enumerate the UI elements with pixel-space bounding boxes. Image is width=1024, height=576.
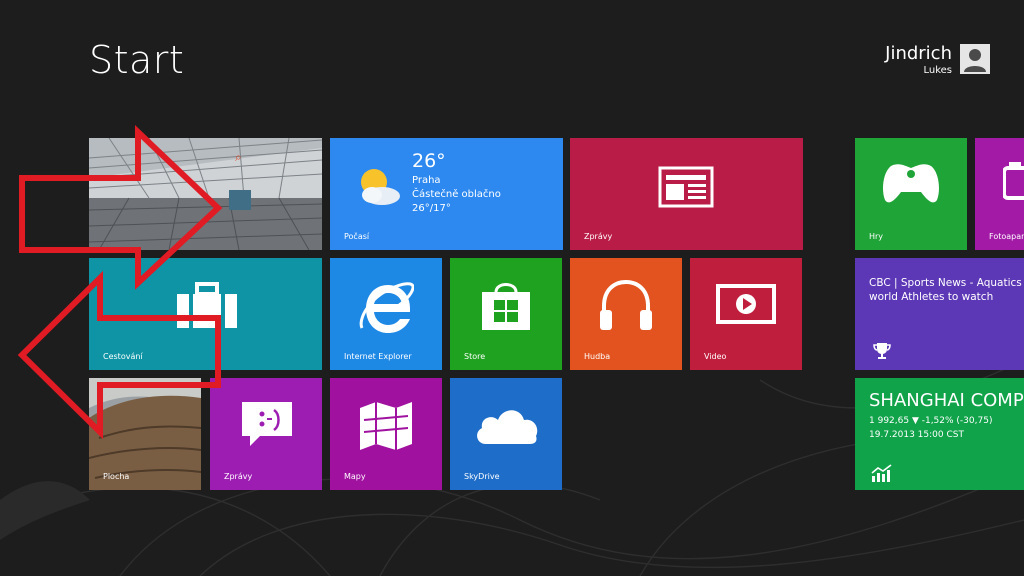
tile-games[interactable]: Hry <box>855 138 967 250</box>
tile-label: Zprávy <box>224 472 253 481</box>
search-icon: ⌕ <box>235 150 242 164</box>
tile-maps[interactable]: Mapy <box>330 378 442 490</box>
tile-store[interactable]: Store <box>450 258 562 370</box>
tile-label: SkyDrive <box>464 472 500 481</box>
weather-city: Praha <box>412 175 441 186</box>
internet-explorer-icon <box>359 282 414 333</box>
partly-cloudy-icon <box>361 169 400 205</box>
tile-label: Zprávy <box>584 232 613 241</box>
tile-video[interactable]: Video <box>690 258 802 370</box>
cloud-icon <box>477 410 538 444</box>
headphones-icon <box>600 279 652 330</box>
start-title: Start <box>89 38 185 82</box>
tile-label: Hry <box>869 232 884 241</box>
tile-label: Cestování <box>103 352 143 361</box>
camera-icon <box>1003 162 1024 200</box>
tile-skydrive[interactable]: SkyDrive <box>450 378 562 490</box>
tile-label: Internet Explorer <box>344 352 412 361</box>
tile-label: Hudba <box>584 352 611 361</box>
tile-internet-explorer[interactable]: Internet Explorer <box>330 258 442 370</box>
tile-desktop-photo[interactable]: ⌕ <box>89 138 322 250</box>
finance-timestamp: 19.7.2013 15:00 CST <box>869 430 964 440</box>
finance-index-name: SHANGHAI COMPOSITE <box>869 390 1024 411</box>
finance-index-value: 1 992,65 ▼ -1,52% (-30,75) <box>869 416 993 426</box>
trophy-icon <box>873 343 891 359</box>
user-last-name: Lukes <box>923 65 952 76</box>
user-avatar-icon <box>960 44 990 74</box>
tile-label: Store <box>464 352 486 361</box>
weather-condition: Částečně oblačno <box>412 189 501 200</box>
store-bag-icon <box>482 283 530 330</box>
tile-desktop[interactable]: Plocha <box>89 378 201 490</box>
user-first-name: Jindrich <box>885 43 952 64</box>
tile-finance[interactable]: SHANGHAI COMPOSITE 1 992,65 ▼ -1,52% (-3… <box>855 378 1024 490</box>
tile-label: Počasí <box>344 232 370 241</box>
tile-camera[interactable]: Fotoaparát <box>975 138 1024 250</box>
stock-chart-icon <box>871 464 892 482</box>
tile-label: Plocha <box>103 472 130 481</box>
tile-label: Fotoaparát <box>989 232 1024 241</box>
sports-news-headline: CBC | Sports News - Aquatics world Athle… <box>869 277 1022 303</box>
weather-temperature: 26° <box>412 150 446 172</box>
weather-range: 26°/17° <box>412 203 451 214</box>
tile-label: Mapy <box>344 472 366 481</box>
newspaper-icon <box>658 166 714 208</box>
tile-sports-news[interactable]: CBC | Sports News - Aquatics world Athle… <box>855 258 1024 370</box>
tile-weather[interactable]: 26° Praha Částečně oblačno 26°/17° Počas… <box>330 138 563 250</box>
tile-music[interactable]: Hudba <box>570 258 682 370</box>
architecture-photo <box>89 138 322 250</box>
chat-smiley-icon <box>242 402 292 446</box>
map-icon <box>360 402 412 450</box>
user-account[interactable]: Jindrich Lukes <box>885 44 990 78</box>
xbox-controller-icon <box>883 164 939 203</box>
tile-label: Video <box>704 352 727 361</box>
tile-news[interactable]: Zprávy <box>570 138 803 250</box>
tile-messaging[interactable]: Zprávy <box>210 378 322 490</box>
suitcase-icon <box>177 282 237 328</box>
video-play-icon <box>716 284 776 324</box>
tile-travel[interactable]: Cestování <box>89 258 322 370</box>
